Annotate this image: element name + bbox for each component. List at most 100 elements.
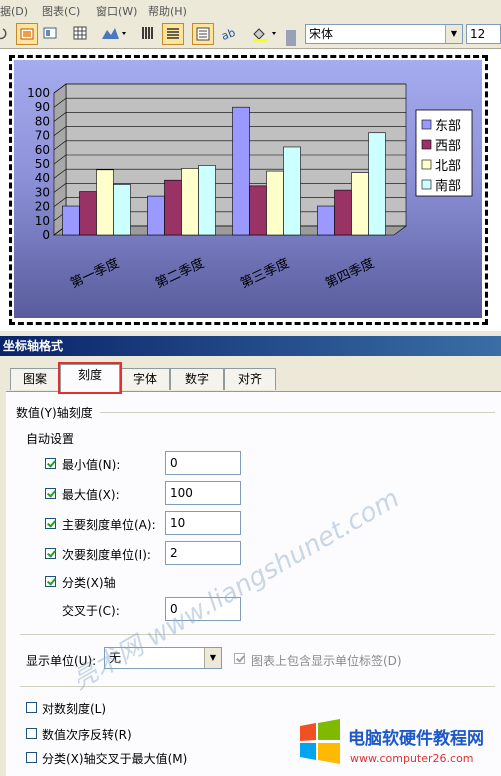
chevron-down-icon[interactable]: ▼ (204, 648, 221, 668)
major-unit-input[interactable]: 10 (165, 511, 241, 535)
bar (181, 168, 199, 236)
min-label: 最小值(N): (62, 458, 121, 472)
max-value-input[interactable]: 100 (165, 481, 241, 505)
y-tick-label: 60 (35, 143, 50, 157)
legend-swatch (421, 179, 432, 190)
by-column-button[interactable] (138, 23, 160, 45)
y-tick-label: 30 (35, 185, 50, 199)
y-tick-label: 70 (35, 129, 50, 143)
font-size-select[interactable]: 12 (466, 24, 501, 44)
site-logo: 电脑软硬件教程网 www.computer26.com (300, 719, 484, 765)
cross-at-input[interactable]: 0 (165, 597, 241, 621)
reverse-order-checkbox[interactable] (26, 728, 37, 739)
bar-chart: 0102030405060708090100 第一季度 第二季度 第三季度 第四季度 东部… (27, 83, 473, 292)
chart-type-icon (102, 28, 126, 39)
tab-highlight-box (58, 362, 122, 394)
legend-label: 北部 (435, 159, 461, 174)
chart-area-button[interactable] (16, 23, 38, 45)
bar (147, 195, 165, 236)
dialog-title: 坐标轴格式 (0, 336, 501, 356)
show-units-label: 图表上包含显示单位标签(D) (251, 654, 402, 668)
bar (266, 170, 284, 236)
tab-alignment[interactable]: 对齐 (224, 368, 276, 390)
x-tick-label: 第三季度 (238, 255, 292, 291)
fill-bucket-icon (253, 28, 276, 42)
cross-at-max-checkbox[interactable] (26, 752, 37, 763)
menu-window[interactable]: 窗口(W) (96, 3, 137, 19)
fill-color-button[interactable] (248, 23, 282, 45)
min-auto-checkbox[interactable] (45, 458, 56, 469)
category-axis-checkbox[interactable] (45, 576, 56, 587)
display-units-label: 显示单位(U): (26, 654, 97, 668)
menu-chart[interactable]: 图表(C) (42, 3, 80, 19)
auto-heading: 自动设置 (26, 432, 75, 446)
tab-patterns[interactable]: 图案 (10, 368, 60, 390)
x-tick-label: 第二季度 (153, 255, 207, 291)
chart-type-button[interactable] (98, 23, 130, 45)
y-tick-label: 90 (35, 100, 50, 114)
angle-text-button[interactable]: ab (218, 23, 240, 45)
legend-icon (196, 27, 210, 41)
bar (113, 184, 131, 236)
bar (317, 205, 335, 236)
minor-unit-checkbox[interactable] (45, 548, 56, 559)
by-row-button[interactable] (162, 23, 184, 45)
y-tick-label: 100 (27, 86, 50, 100)
bar (79, 191, 97, 236)
y-tick-label: 40 (35, 171, 50, 185)
y-tick-label: 20 (35, 200, 50, 214)
menu-bar: 据(D) 图表(C) 窗口(W) 帮助(H) (0, 0, 501, 21)
chart-area[interactable]: 0 10 20 30 40 50 60 70 80 90 100 第一季度 第二季度 第三季度 第四季度 东部… (14, 60, 482, 318)
table-icon (73, 26, 87, 40)
windows-logo-icon (300, 719, 340, 764)
font-name-value: 宋体 (309, 27, 334, 41)
data-table-button[interactable] (70, 23, 92, 45)
bar (62, 205, 80, 236)
log-scale-checkbox[interactable] (26, 702, 37, 713)
tab-font[interactable]: 字体 (120, 368, 170, 390)
show-units-checkbox (234, 653, 245, 664)
bar (283, 146, 301, 236)
legend-swatch (421, 159, 432, 170)
value-axis-scale-heading: 数值(Y)轴刻度 (16, 406, 93, 420)
menu-data[interactable]: 据(D) (0, 3, 28, 19)
major-unit-checkbox[interactable] (45, 518, 56, 529)
toolbar-options-button[interactable] (286, 30, 296, 46)
cross-at-max-label: 分类(X)轴交叉于最大值(M) (42, 752, 188, 766)
minor-unit-label: 次要刻度单位(I): (62, 548, 151, 562)
tab-number[interactable]: 数字 (170, 368, 224, 390)
menu-help[interactable]: 帮助(H) (148, 3, 187, 19)
format-object-button[interactable] (40, 23, 62, 45)
font-size-value: 12 (470, 27, 486, 41)
undo-button[interactable] (0, 23, 12, 45)
y-tick-label: 10 (35, 214, 50, 228)
legend-button[interactable] (192, 23, 214, 45)
bar (368, 132, 386, 236)
angle-text-icon: ab (221, 26, 235, 40)
x-tick-label: 第四季度 (323, 255, 377, 291)
display-units-select[interactable]: 无 ▼ (104, 647, 222, 669)
max-auto-checkbox[interactable] (45, 488, 56, 499)
svg-text:ab: ab (221, 26, 235, 40)
bar (198, 165, 216, 236)
bar (164, 179, 182, 236)
display-units-value: 无 (109, 651, 122, 665)
bar (351, 172, 369, 236)
columns-icon (142, 27, 153, 39)
legend-label: 东部 (435, 119, 461, 134)
reverse-order-label: 数值次序反转(R) (42, 728, 132, 742)
category-axis-label: 分类(X)轴 (62, 576, 116, 590)
legend-label: 南部 (435, 178, 461, 194)
cross-at-label: 交叉于(C): (62, 604, 120, 618)
font-name-select[interactable]: 宋体 ▼ (305, 24, 463, 44)
chevron-down-icon[interactable]: ▼ (445, 25, 462, 43)
bar (249, 185, 267, 236)
chart-area-icon (20, 28, 34, 40)
undo-icon (0, 28, 7, 40)
minor-unit-input[interactable]: 2 (165, 541, 241, 565)
min-value-input[interactable]: 0 (165, 451, 241, 475)
logo-title: 电脑软硬件教程网 (348, 728, 484, 749)
y-tick-label: 50 (35, 157, 50, 171)
bar (232, 106, 250, 236)
format-icon (43, 27, 57, 39)
